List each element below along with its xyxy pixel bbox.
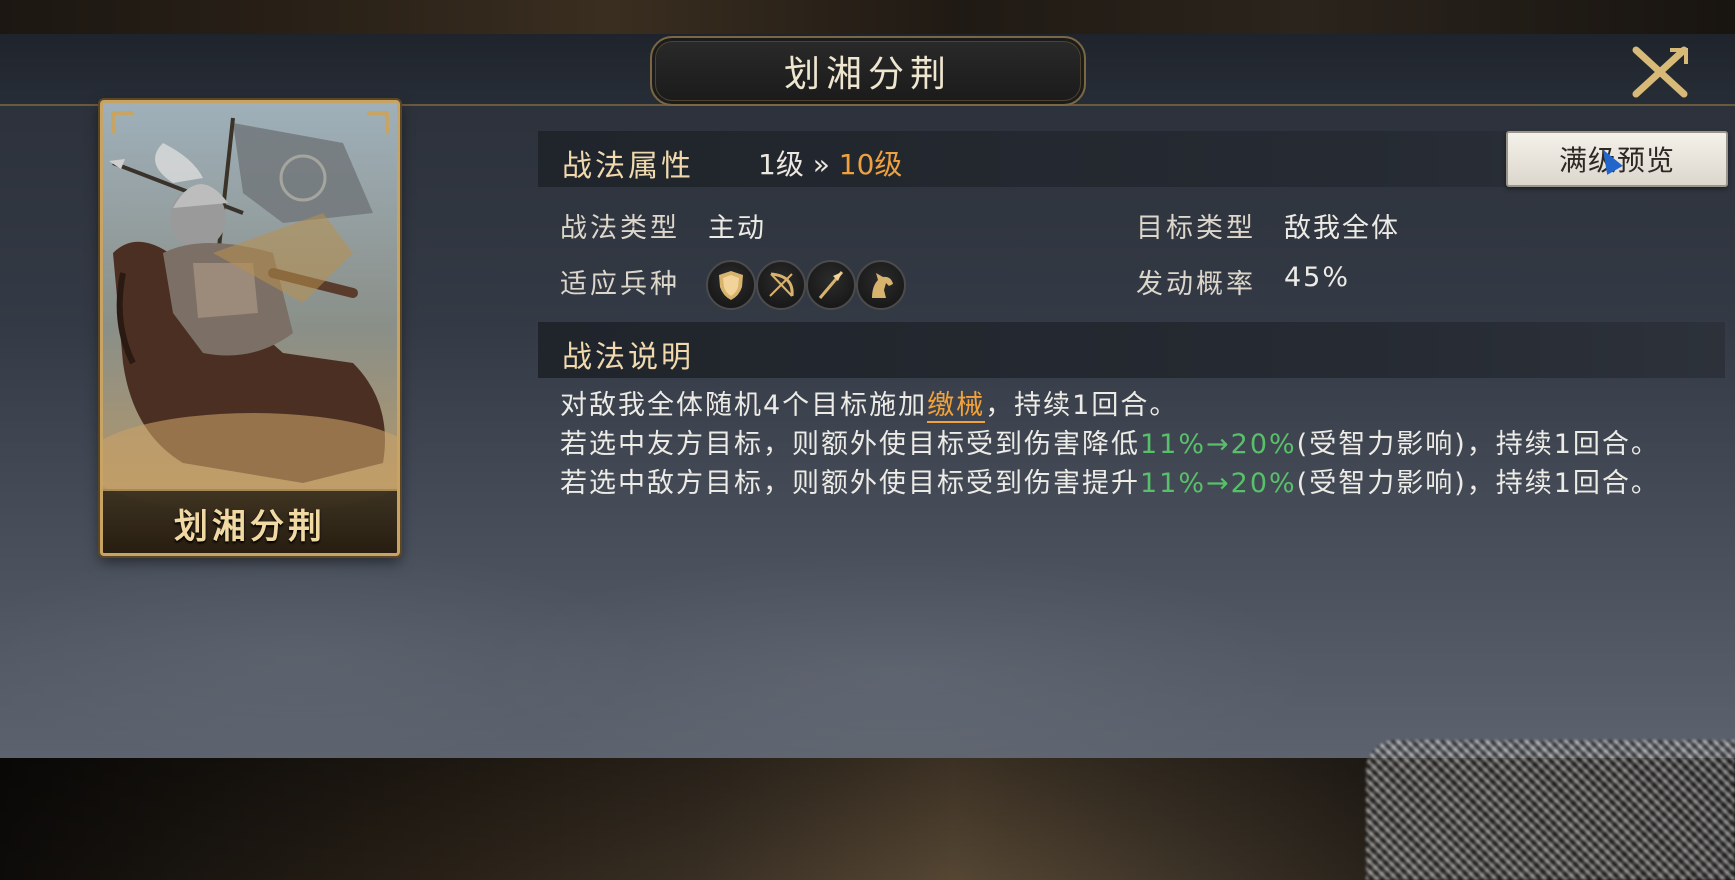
dialog-title-plate: 划湘分荆 [650, 36, 1086, 106]
horse-icon[interactable] [856, 260, 906, 310]
target-type-label: 目标类型 [1136, 213, 1256, 244]
obscured-overlay [1366, 740, 1735, 880]
card-name-strip: 划湘分荆 [103, 489, 397, 553]
dialog-title: 划湘分荆 [783, 54, 952, 95]
damage-increase-value: 11%→20% [1140, 468, 1297, 499]
tactic-description: 对敌我全体随机4个目标施加缴械，持续1回合。 若选中友方目标，则额外使目标受到伤… [560, 386, 1700, 503]
troop-type-label: 适应兵种 [560, 269, 680, 300]
description-text: 对敌我全体随机4个目标施加 [560, 390, 928, 421]
trigger-rate-value: 45% [1284, 262, 1351, 293]
bow-icon[interactable] [756, 260, 806, 310]
close-button[interactable] [1630, 46, 1690, 98]
level-from: 1级 [758, 148, 804, 181]
description-line-3: 若选中敌方目标，则额外使目标受到伤害提升11%→20%(受智力影响)，持续1回合… [560, 464, 1700, 503]
tactic-type-label: 战法类型 [560, 213, 680, 244]
damage-reduction-value: 11%→20% [1140, 429, 1297, 460]
description-text: 若选中友方目标，则额外使目标受到伤害降低 [560, 429, 1140, 460]
level-arrow-icon: » [812, 148, 830, 181]
attributes-section-title: 战法属性 [562, 149, 694, 184]
description-text: (受智力影响)，持续1回合。 [1296, 468, 1660, 499]
description-text: (受智力影响)，持续1回合。 [1296, 429, 1660, 460]
description-section-title: 战法说明 [562, 340, 694, 375]
tactic-type-value: 主动 [708, 213, 766, 244]
trigger-rate-label: 发动概率 [1136, 269, 1256, 300]
level-to: 10级 [838, 148, 903, 181]
tactic-card: 划湘分荆 [100, 100, 400, 556]
description-section-header: 战法说明 [538, 322, 1725, 378]
close-x-icon [1632, 46, 1688, 98]
description-line-1: 对敌我全体随机4个目标施加缴械，持续1回合。 [560, 386, 1700, 425]
general-portrait-illustration [103, 103, 397, 553]
description-line-2: 若选中友方目标，则额外使目标受到伤害降低11%→20%(受智力影响)，持续1回合… [560, 425, 1700, 464]
spear-icon[interactable] [806, 260, 856, 310]
card-name: 划湘分荆 [174, 506, 326, 547]
level-progression: 1级 » 10级 [758, 143, 902, 183]
description-text: ，持续1回合。 [985, 390, 1179, 421]
background-top [0, 0, 1735, 34]
shield-icon[interactable] [706, 260, 756, 310]
target-type-value: 敌我全体 [1284, 213, 1400, 244]
description-text: 若选中敌方目标，则额外使目标受到伤害提升 [560, 468, 1140, 499]
disarm-keyword-link[interactable]: 缴械 [927, 390, 986, 423]
